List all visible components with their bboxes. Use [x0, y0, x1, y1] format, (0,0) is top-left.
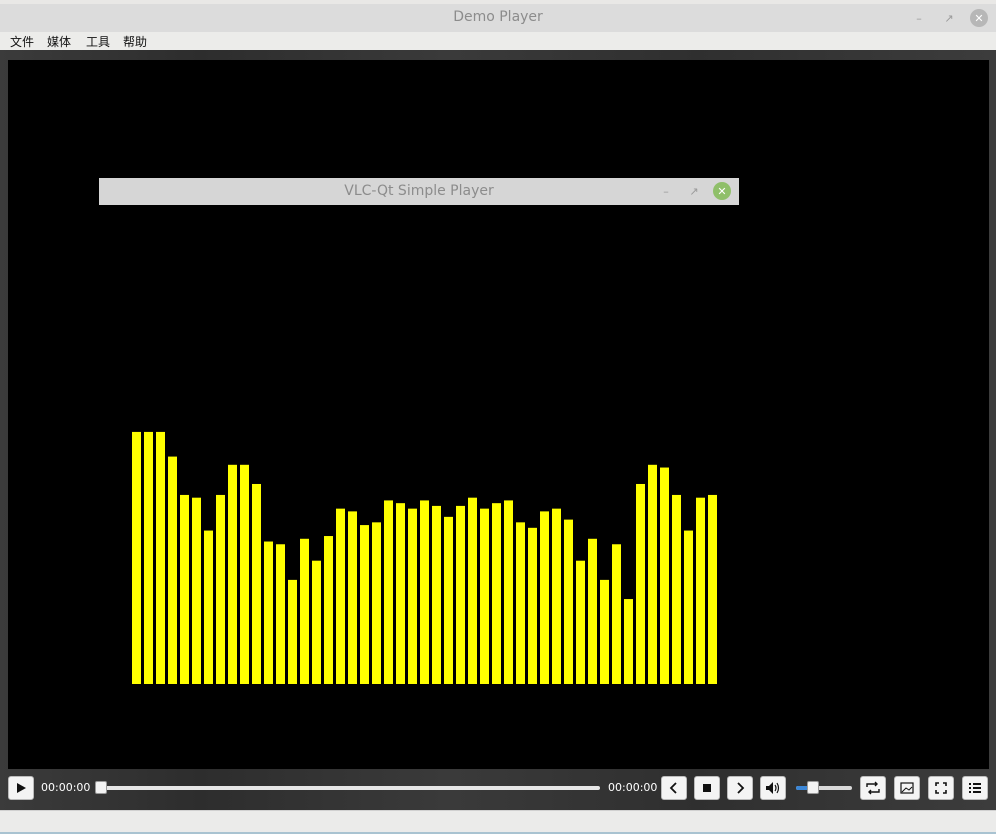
total-time: 00:00:00: [608, 781, 658, 794]
volume-handle[interactable]: [806, 781, 819, 794]
spectrum-bar: [180, 494, 189, 684]
spectrum-bar: [444, 516, 453, 684]
minimize-icon[interactable]: –: [910, 9, 928, 27]
spectrum-bar: [576, 560, 585, 684]
spectrum-bar: [660, 467, 669, 684]
spectrum-bar: [348, 511, 357, 684]
spectrum-bar: [492, 503, 501, 684]
close-icon[interactable]: ✕: [970, 9, 988, 27]
menubar: 文件 媒体 工具 帮助: [0, 32, 996, 50]
spectrum-bar: [384, 500, 393, 684]
spectrum-bar: [420, 500, 429, 684]
inner-minimize-icon[interactable]: –: [657, 182, 675, 200]
spectrum-bar: [516, 522, 525, 684]
spectrum-bar: [216, 494, 225, 684]
menu-help[interactable]: 帮助: [123, 33, 147, 50]
fullscreen-button[interactable]: [928, 776, 954, 800]
spectrum-bar: [240, 464, 249, 684]
spectrum-bar: [228, 464, 237, 684]
spectrum-bar: [564, 519, 573, 684]
spectrum-bar: [396, 503, 405, 684]
spectrum-bar: [588, 538, 597, 684]
spectrum-bar: [672, 494, 681, 684]
next-icon: [737, 782, 745, 794]
snapshot-icon: [900, 782, 914, 794]
spectrum-bar: [552, 508, 561, 684]
prev-button[interactable]: [661, 776, 687, 800]
repeat-button[interactable]: [860, 776, 886, 800]
spectrum-bar: [504, 500, 513, 684]
repeat-icon: [866, 781, 880, 795]
inner-window-title: VLC-Qt Simple Player: [344, 183, 494, 199]
spectrum-bar: [480, 508, 489, 684]
play-icon: [17, 783, 26, 793]
spectrum-bar: [144, 431, 153, 684]
status-bar: [0, 810, 996, 834]
menu-media[interactable]: 媒体: [47, 33, 71, 50]
spectrum-bar: [708, 494, 717, 684]
spectrum-bar: [468, 497, 477, 684]
spectrum-bar: [360, 525, 369, 684]
spectrum-bar: [696, 497, 705, 684]
playlist-button[interactable]: [962, 776, 988, 800]
spectrum-bar: [456, 505, 465, 684]
spectrum-bar: [168, 456, 177, 684]
spectrum-bar: [264, 541, 273, 684]
stop-button[interactable]: [694, 776, 720, 800]
spectrum-bar: [312, 560, 321, 684]
spectrum-bar: [624, 599, 633, 684]
volume-slider[interactable]: [796, 786, 852, 790]
control-bar: 00:00:00 00:00:00: [0, 770, 996, 808]
menu-file[interactable]: 文件: [10, 33, 34, 50]
spectrum-bar: [648, 464, 657, 684]
next-button[interactable]: [727, 776, 753, 800]
spectrum-bar: [528, 527, 537, 684]
window-titlebar: Demo Player – ↗ ✕: [0, 4, 996, 33]
spectrum-bar: [372, 522, 381, 684]
spectrum-bar: [408, 508, 417, 684]
spectrum-bar: [432, 505, 441, 684]
menu-tools[interactable]: 工具: [86, 33, 110, 50]
spectrum-bar: [300, 538, 309, 684]
stop-icon: [703, 784, 711, 792]
spectrum-bar: [288, 579, 297, 684]
spectrum-bar: [204, 530, 213, 684]
current-time: 00:00:00: [41, 781, 91, 794]
window-title: Demo Player: [453, 9, 543, 25]
spectrum-bar: [156, 431, 165, 684]
maximize-icon[interactable]: ↗: [940, 9, 958, 27]
spectrum-bar: [612, 544, 621, 684]
spectrum-bar: [636, 483, 645, 684]
spectrum-bar: [540, 511, 549, 684]
spectrum-bar: [684, 530, 693, 684]
spectrum-bar: [324, 536, 333, 684]
inner-close-icon[interactable]: ✕: [713, 182, 731, 200]
spectrum-bar: [252, 483, 261, 684]
inner-titlebar: VLC-Qt Simple Player – ↗ ✕: [99, 178, 739, 205]
spectrum-bar: [276, 544, 285, 684]
prev-icon: [669, 782, 677, 794]
spectrum-bar: [600, 579, 609, 684]
seek-handle[interactable]: [95, 781, 107, 794]
inner-maximize-icon[interactable]: ↗: [685, 182, 703, 200]
seek-slider[interactable]: [100, 786, 600, 790]
video-area[interactable]: [8, 60, 989, 769]
spectrum-bar: [132, 431, 141, 684]
snapshot-button[interactable]: [894, 776, 920, 800]
spectrum-bar: [336, 508, 345, 684]
spectrum-bar: [192, 497, 201, 684]
play-button[interactable]: [8, 776, 34, 800]
volume-icon: [766, 782, 780, 794]
spectrum-chart: [132, 431, 717, 684]
mute-button[interactable]: [760, 776, 786, 800]
playlist-icon: [969, 783, 981, 793]
fullscreen-icon: [935, 782, 947, 794]
